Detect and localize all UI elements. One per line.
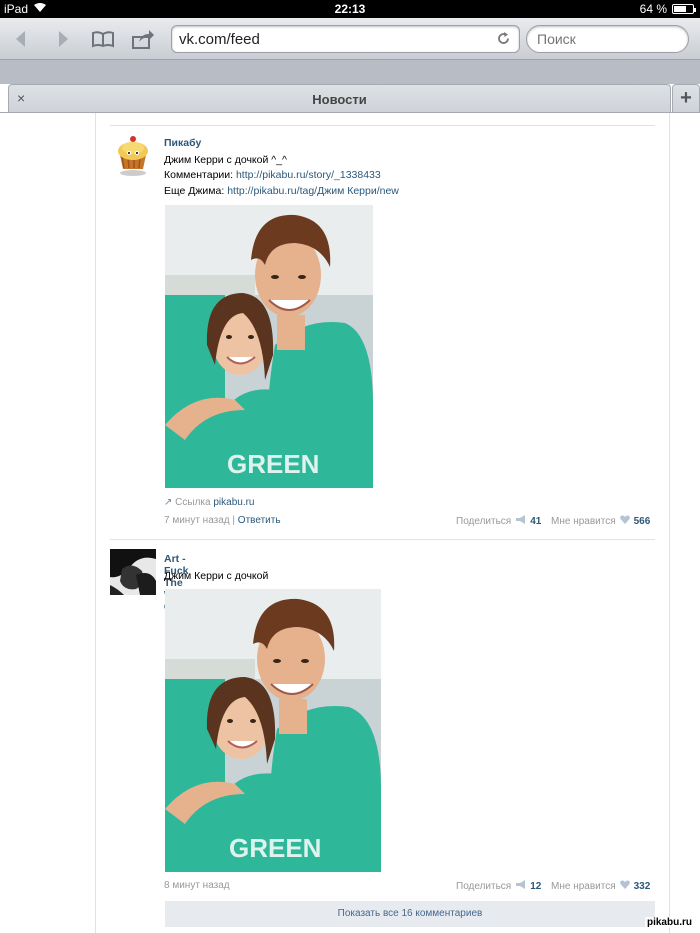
post-separator [110, 539, 655, 540]
watermark: pikabu.ru [644, 917, 694, 928]
tab-bar [0, 60, 700, 84]
like-count: 332 [633, 880, 651, 892]
megaphone-icon [515, 515, 526, 527]
link-icon: ↗ [164, 497, 173, 508]
share-count: 12 [530, 880, 542, 892]
clock: 22:13 [334, 2, 366, 16]
show-comments-button[interactable]: Показать все 16 комментариев [165, 901, 655, 927]
post-text-line: Джим Керри с дочкой [164, 570, 268, 582]
post-text-line: Комментарии: http://pikabu.ru/story/_133… [164, 169, 381, 181]
post-photo[interactable]: GREEN [165, 589, 381, 872]
shirt-text: GREEN [227, 449, 319, 479]
post-text: Джим Керри с дочкой ^_^ [164, 154, 287, 166]
post-time[interactable]: 8 минут назад [164, 880, 230, 891]
post-link[interactable]: http://pikabu.ru/story/_1338433 [236, 169, 381, 181]
forward-icon[interactable] [50, 26, 76, 52]
bookmarks-icon[interactable] [90, 26, 116, 52]
reply-button[interactable]: Ответить [238, 515, 281, 526]
post-text: Джим Керри с дочкой [164, 570, 269, 582]
status-bar: iPad 22:13 64 % [0, 0, 700, 18]
share-label: Поделиться [456, 880, 512, 892]
column-border-left [95, 113, 96, 933]
like-label: Мне нравится [551, 880, 616, 892]
battery-icon [672, 4, 696, 14]
like-label: Мне нравится [551, 515, 616, 527]
search-input[interactable] [537, 31, 677, 47]
url-text: vk.com/feed [179, 31, 260, 48]
page-content: Пикабу Джим Керри с дочкой ^_^ Комментар… [0, 113, 700, 933]
post-text-line: Еще Джима: http://pikabu.ru/tag/Джим Кер… [164, 185, 399, 197]
heart-icon [619, 515, 630, 527]
like-action[interactable]: Мне нравится 566 [551, 515, 650, 527]
share-action[interactable]: Поделиться 41 [456, 515, 541, 527]
reload-icon[interactable] [496, 31, 512, 47]
battery-percent: 64 % [639, 2, 667, 16]
tab-news[interactable]: × Новости [8, 84, 671, 113]
heart-icon [619, 880, 630, 892]
share-action[interactable]: Поделиться 12 [456, 880, 541, 892]
back-icon[interactable] [8, 26, 34, 52]
search-field[interactable] [526, 25, 689, 53]
share-icon[interactable] [130, 26, 156, 52]
tab-title: Новости [312, 92, 367, 107]
post-photo[interactable]: GREEN [165, 205, 373, 488]
share-count: 41 [530, 515, 542, 527]
post-separator [110, 125, 655, 126]
like-action[interactable]: Мне нравится 332 [551, 880, 650, 892]
post-text: Комментарии: [164, 169, 236, 181]
shirt-text: GREEN [229, 833, 321, 863]
new-tab-button[interactable]: + [672, 84, 700, 113]
source-label: Ссылка [175, 497, 211, 508]
column-border-right [669, 113, 670, 933]
post-time[interactable]: 7 минут назад [164, 515, 230, 526]
post-text: Еще Джима: [164, 185, 228, 197]
avatar[interactable] [110, 133, 156, 179]
post-source: ↗ Ссылка pikabu.ru [164, 497, 255, 508]
post-meta: 7 минут назад | Ответить [164, 515, 281, 526]
megaphone-icon [515, 880, 526, 892]
avatar[interactable] [110, 549, 156, 595]
post-link[interactable]: http://pikabu.ru/tag/Джим Керри/new [227, 185, 399, 197]
share-label: Поделиться [456, 515, 512, 527]
browser-toolbar: vk.com/feed [0, 18, 700, 60]
post-author[interactable]: Пикабу [164, 137, 201, 149]
post-meta: 8 минут назад [164, 880, 230, 891]
address-bar[interactable]: vk.com/feed [171, 25, 520, 53]
source-link[interactable]: pikabu.ru [213, 497, 254, 508]
like-count: 566 [633, 515, 651, 527]
post-text-line: Джим Керри с дочкой ^_^ [164, 154, 287, 166]
